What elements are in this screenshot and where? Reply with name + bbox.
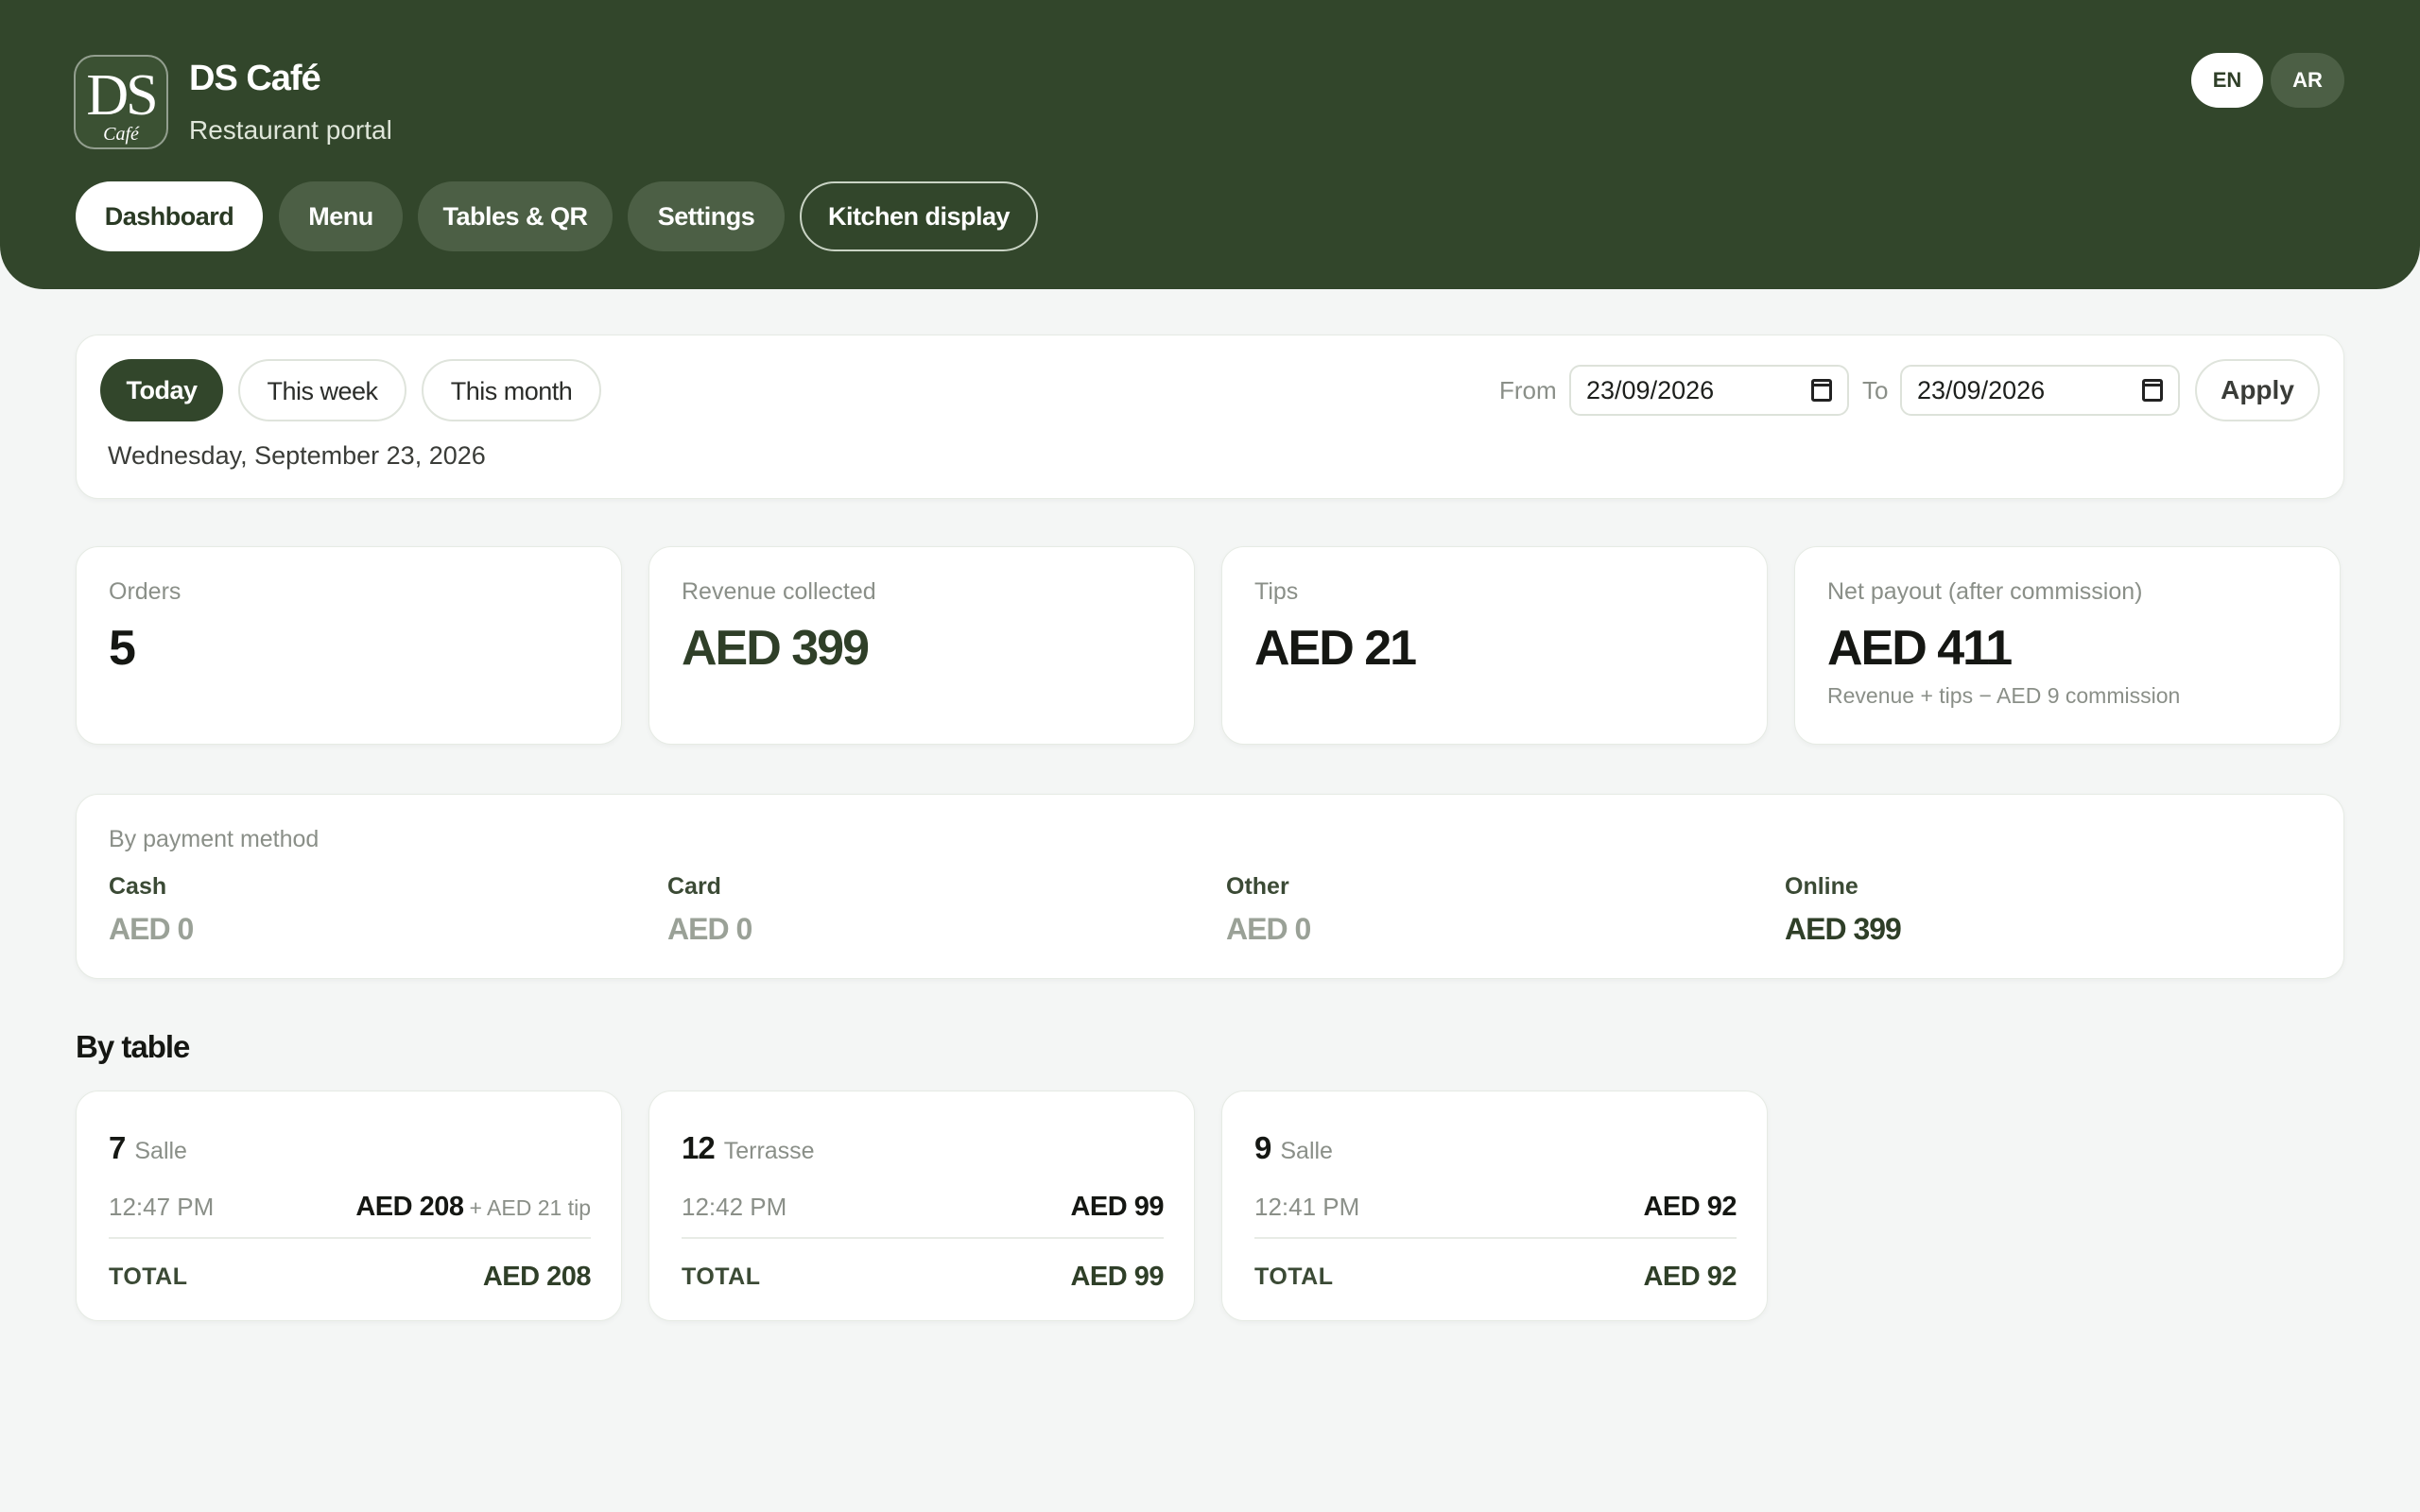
payment-method-amount: AED 0 bbox=[109, 912, 194, 946]
payment-method-card-pay: Card AED 0 bbox=[667, 870, 1197, 948]
stat-value: 5 bbox=[109, 621, 136, 676]
filter-this-month-button[interactable]: This month bbox=[422, 359, 601, 421]
order-time: 12:42 PM bbox=[682, 1193, 787, 1221]
payment-method-other: Other AED 0 bbox=[1226, 870, 1755, 948]
total-amount: AED 99 bbox=[1070, 1262, 1164, 1292]
stat-card-net-payout: Net payout (after commission) AED 411 Re… bbox=[1794, 546, 2341, 745]
payment-method-online: Online AED 399 bbox=[1785, 870, 2314, 948]
stat-label: Tips bbox=[1254, 578, 1299, 605]
total-amount: AED 92 bbox=[1643, 1262, 1737, 1292]
to-label: To bbox=[1862, 376, 1889, 404]
apply-button[interactable]: Apply bbox=[2195, 359, 2320, 421]
language-ar-button[interactable]: AR bbox=[2271, 53, 2344, 108]
total-label: TOTAL bbox=[1254, 1263, 1334, 1290]
table-number: 12 bbox=[682, 1130, 716, 1165]
brand-subtitle: Restaurant portal bbox=[189, 115, 392, 145]
stat-card-orders: Orders 5 bbox=[76, 546, 622, 745]
to-date-input[interactable]: 23/09/2026 bbox=[1900, 365, 2180, 416]
nav-dashboard[interactable]: Dashboard bbox=[76, 181, 263, 251]
brand-logo: DS Café bbox=[74, 55, 168, 149]
calendar-icon[interactable] bbox=[2142, 379, 2163, 402]
payment-method-label: Other bbox=[1226, 873, 1289, 900]
stat-card-tips: Tips AED 21 bbox=[1221, 546, 1768, 745]
table-zone: Salle bbox=[1280, 1138, 1333, 1164]
order-time: 12:41 PM bbox=[1254, 1193, 1360, 1221]
divider bbox=[1254, 1237, 1737, 1239]
from-date-input[interactable]: 23/09/2026 bbox=[1569, 365, 1849, 416]
nav-kitchen-display[interactable]: Kitchen display bbox=[800, 181, 1038, 251]
payment-method-label: Cash bbox=[109, 873, 167, 900]
by-table-title: By table bbox=[76, 1029, 190, 1064]
stat-value: AED 411 bbox=[1827, 621, 2013, 676]
table-zone: Salle bbox=[134, 1138, 187, 1164]
from-date-value: 23/09/2026 bbox=[1586, 376, 1715, 404]
order-amount-row: AED 208 + AED 21 tip bbox=[355, 1188, 591, 1230]
calendar-icon[interactable] bbox=[1811, 379, 1832, 402]
to-date-value: 23/09/2026 bbox=[1917, 376, 2046, 404]
current-date-label: Wednesday, September 23, 2026 bbox=[108, 441, 486, 470]
total-label: TOTAL bbox=[682, 1263, 761, 1290]
table-card-header: 12 Terrasse bbox=[682, 1129, 815, 1174]
table-card[interactable]: 7 Salle 12:47 PM AED 208 + AED 21 tip TOTA… bbox=[76, 1091, 622, 1321]
stat-card-revenue: Revenue collected AED 399 bbox=[648, 546, 1195, 745]
stat-label: Net payout (after commission) bbox=[1827, 578, 2143, 605]
date-filter-bar bbox=[76, 335, 2344, 499]
payment-method-cash: Cash AED 0 bbox=[109, 870, 638, 948]
stat-label: Orders bbox=[109, 578, 182, 605]
table-card-header: 9 Salle bbox=[1254, 1129, 1333, 1174]
language-en-button[interactable]: EN bbox=[2191, 53, 2263, 108]
payment-method-label: Online bbox=[1785, 873, 1858, 900]
total-label: TOTAL bbox=[109, 1263, 188, 1290]
nav-tables-qr[interactable]: Tables & QR bbox=[418, 181, 613, 251]
order-tip: + AED 21 tip bbox=[469, 1195, 592, 1220]
payment-method-label: Card bbox=[667, 873, 721, 900]
table-card[interactable]: 12 Terrasse 12:42 PM AED 99 TOTAL AED 99 bbox=[648, 1091, 1195, 1321]
payment-method-card: By payment method Cash AED 0 Card AED 0 … bbox=[76, 794, 2344, 979]
stat-value: AED 399 bbox=[682, 621, 870, 676]
order-amount-row: AED 99 bbox=[1070, 1188, 1164, 1230]
brand-name: DS Café bbox=[189, 59, 321, 98]
from-label: From bbox=[1499, 376, 1557, 404]
payment-method-amount: AED 399 bbox=[1785, 912, 1902, 946]
stat-label: Revenue collected bbox=[682, 578, 876, 605]
stat-value: AED 21 bbox=[1254, 621, 1417, 676]
order-amount: AED 92 bbox=[1643, 1192, 1737, 1222]
order-amount: AED 99 bbox=[1070, 1192, 1164, 1222]
filter-today-button[interactable]: Today bbox=[100, 359, 223, 421]
order-amount: AED 208 bbox=[355, 1192, 464, 1222]
table-number: 7 bbox=[109, 1130, 126, 1165]
table-card-header: 7 Salle bbox=[109, 1129, 187, 1174]
stat-note: Revenue + tips − AED 9 commission bbox=[1827, 683, 2181, 708]
logo-letters: DS bbox=[86, 63, 158, 128]
nav-menu[interactable]: Menu bbox=[279, 181, 403, 251]
table-number: 9 bbox=[1254, 1130, 1271, 1165]
table-zone: Terrasse bbox=[723, 1138, 815, 1164]
order-time: 12:47 PM bbox=[109, 1193, 215, 1221]
nav-settings[interactable]: Settings bbox=[628, 181, 785, 251]
table-card[interactable]: 9 Salle 12:41 PM AED 92 TOTAL AED 92 bbox=[1221, 1091, 1768, 1321]
payment-method-amount: AED 0 bbox=[667, 912, 752, 946]
payment-method-title: By payment method bbox=[109, 826, 320, 852]
app-header: DS Café DS Café Restaurant portal EN AR … bbox=[0, 0, 2420, 289]
order-amount-row: AED 92 bbox=[1643, 1188, 1737, 1230]
filter-this-week-button[interactable]: This week bbox=[238, 359, 406, 421]
logo-script: Café bbox=[103, 124, 139, 145]
total-amount: AED 208 bbox=[482, 1262, 592, 1292]
payment-method-amount: AED 0 bbox=[1226, 912, 1311, 946]
divider bbox=[109, 1237, 591, 1239]
divider bbox=[682, 1237, 1164, 1239]
